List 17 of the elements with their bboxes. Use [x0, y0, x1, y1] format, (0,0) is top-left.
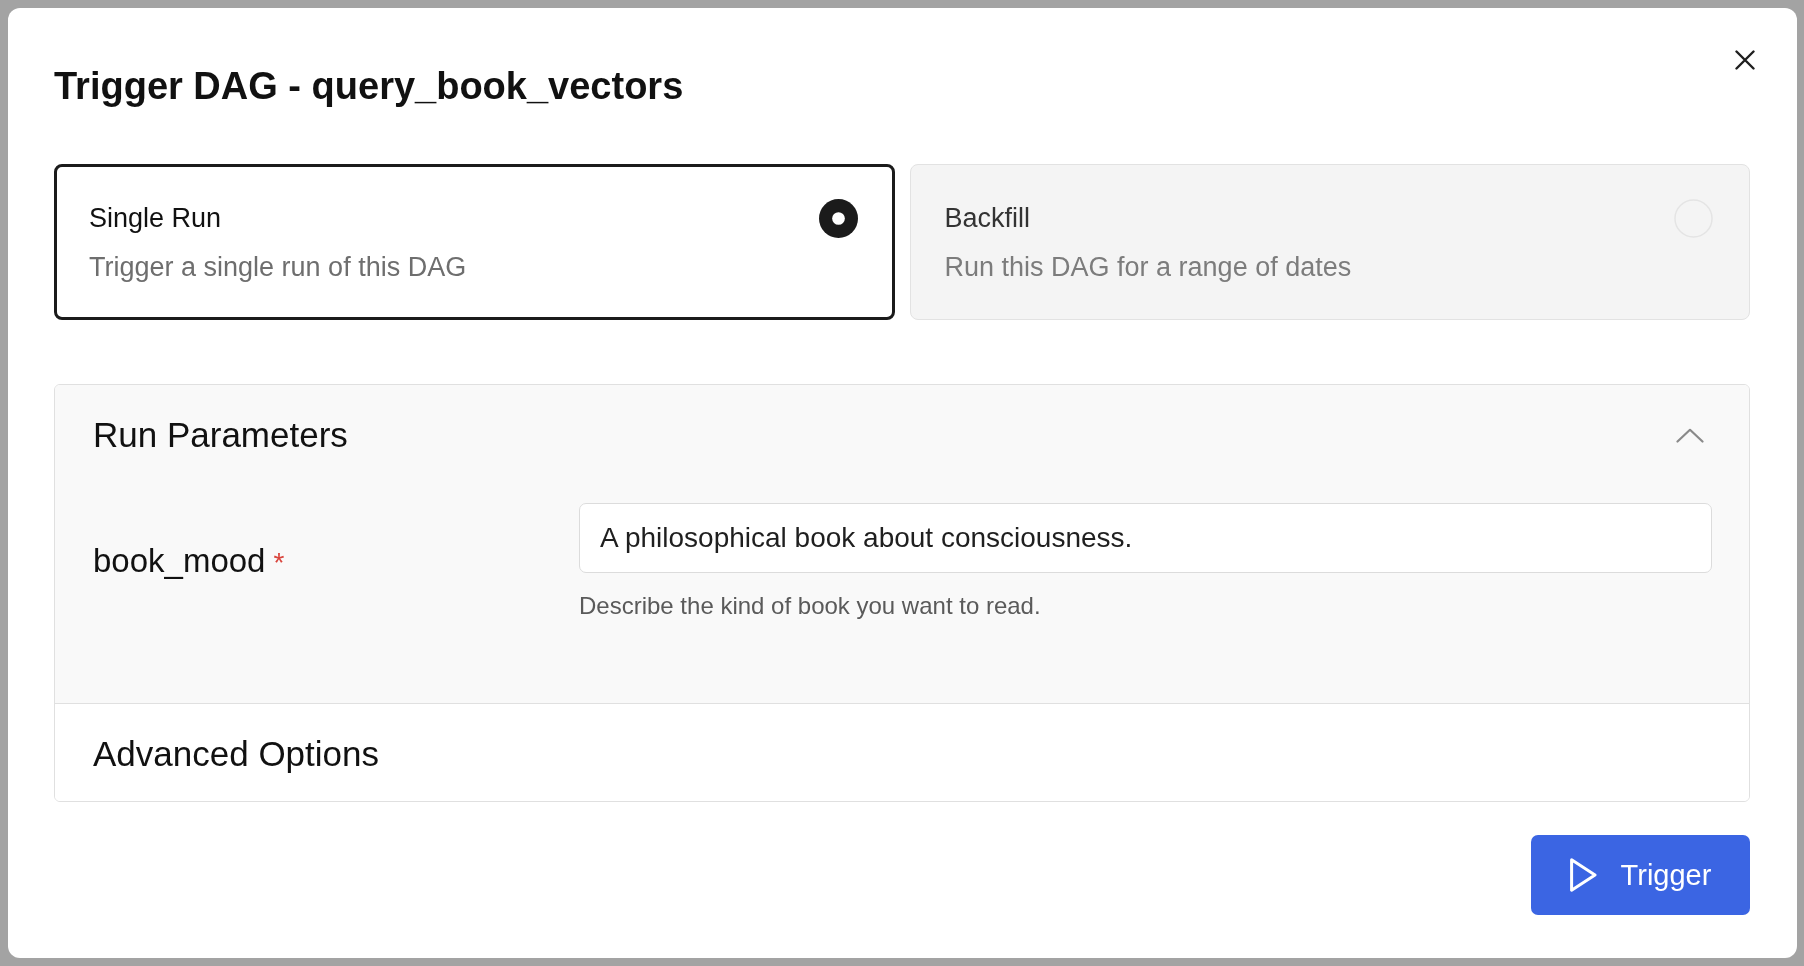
run-mode-card[interactable]: Backfill Run this DAG for a range of dates: [909, 164, 1750, 320]
field-label: book_mood: [93, 541, 266, 581]
accordion-toggle[interactable]: Advanced Options: [55, 704, 1749, 801]
help-text: Describe the kind of book you want to read.: [579, 591, 1041, 621]
dialog-title: Trigger DAG - query_book_vectors: [54, 64, 684, 108]
radio-button[interactable]: [818, 199, 858, 238]
accordion-toggle[interactable]: Run Parameters: [55, 385, 1749, 455]
close-icon: [1735, 50, 1755, 70]
option-description: Run this DAG for a range of dates: [944, 251, 1352, 283]
option-description: Trigger a single run of this DAG: [89, 251, 467, 283]
run-mode-card[interactable]: Single Run Trigger a single run of this DAG: [54, 164, 895, 320]
trigger-button[interactable]: Trigger: [1531, 835, 1750, 915]
text-input[interactable]: A philosophical book about consciousness.: [579, 503, 1712, 573]
option-title: Single Run: [89, 202, 222, 234]
play-icon: [1569, 858, 1597, 892]
required-marker: *: [273, 546, 285, 580]
option-title: Backfill: [944, 202, 1031, 234]
